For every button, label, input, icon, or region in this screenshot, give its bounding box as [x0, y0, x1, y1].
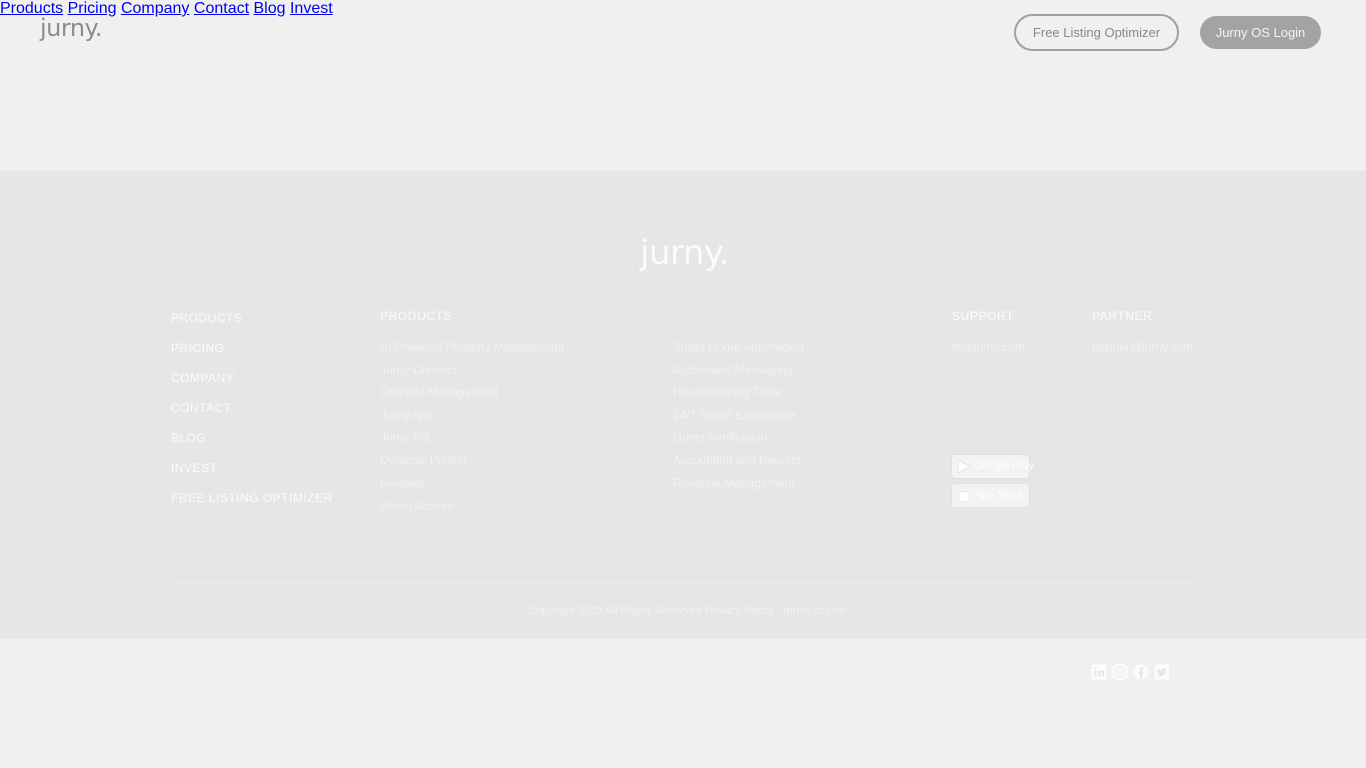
nav-company[interactable]: Company [121, 0, 189, 17]
product-link[interactable]: Smart Home Automation [673, 340, 804, 354]
product-link[interactable]: Jurny OS [380, 430, 430, 444]
product-link[interactable]: AI Powered Property Management [380, 340, 564, 354]
products-heading: PRODUCTS [380, 309, 453, 323]
twitter-icon[interactable] [1154, 664, 1170, 680]
site-footer: jurny. PRODUCTS PRICING COMPANY CONTACT … [0, 171, 1366, 680]
facebook-icon[interactable] [1133, 664, 1149, 680]
app-store-badge[interactable]: App Store [951, 483, 1030, 508]
product-link[interactable]: Accounting and Reports [673, 453, 801, 467]
google-play-icon [957, 459, 971, 474]
footer-link-blog[interactable]: BLOG [171, 431, 206, 445]
footer-logo-text: jurny. [640, 233, 730, 273]
footer-link-company[interactable]: COMPANY [171, 371, 234, 385]
product-link[interactable]: Jurny Connect [380, 363, 457, 377]
footer-logo[interactable]: jurny. [640, 233, 730, 273]
product-link[interactable]: 24/7 Guest Experience [673, 408, 795, 422]
instagram-icon[interactable] [1112, 664, 1128, 680]
product-link[interactable]: Jurny App [380, 408, 433, 422]
product-link[interactable]: Reviews [380, 476, 425, 490]
product-link[interactable]: Smart Access [380, 499, 453, 513]
nav-contact[interactable]: Contact [194, 0, 249, 17]
nav-invest[interactable]: Invest [290, 0, 333, 17]
app-store-label: App Store [974, 489, 1023, 501]
terms-link[interactable]: Terms of Use [781, 605, 846, 617]
product-link[interactable]: Housekeeping Tools [673, 385, 781, 399]
privacy-policy-link[interactable]: Privacy Policy [705, 605, 773, 617]
product-link[interactable]: Revenue Management [673, 476, 794, 490]
footer-link-pricing[interactable]: PRICING [171, 341, 225, 355]
logo-text: jurny. [40, 14, 102, 42]
partner-email-link[interactable]: partner@jurny.com [1092, 340, 1193, 354]
product-link[interactable]: Channel Management [380, 385, 498, 399]
footer-link-products[interactable]: PRODUCTS [171, 311, 242, 325]
google-play-badge[interactable]: Google Play [951, 454, 1034, 479]
site-header: jurny. Products Pricing Company Contact … [0, 0, 1366, 66]
partner-heading: PARTNER [1092, 309, 1153, 323]
product-link[interactable]: Automated Messaging [673, 363, 792, 377]
footer-link-contact[interactable]: CONTACT [171, 401, 232, 415]
support-email-link[interactable]: hi@jurny.com [952, 340, 1025, 354]
header-logo[interactable]: jurny. [40, 14, 102, 42]
footer-link-invest[interactable]: INVEST [171, 461, 217, 475]
footer-divider [171, 582, 1195, 583]
nav-blog[interactable]: Blog [253, 0, 285, 17]
product-link[interactable]: Guest Verification [673, 430, 767, 444]
copyright-text: Copyright 2023 All Rights Reserved [528, 605, 702, 617]
apple-icon [958, 488, 970, 503]
product-link[interactable]: Dynamic Pricing [380, 453, 467, 467]
jurny-os-login-button[interactable]: Jurny OS Login [1200, 16, 1321, 49]
linkedin-icon[interactable] [1091, 664, 1107, 680]
support-heading: SUPPORT [952, 309, 1014, 323]
footer-link-free-listing-optimizer[interactable]: FREE LISTING OPTIMIZER [171, 491, 333, 505]
free-listing-optimizer-button[interactable]: Free Listing Optimizer [1014, 14, 1179, 51]
google-play-label: Google Play [974, 460, 1034, 472]
